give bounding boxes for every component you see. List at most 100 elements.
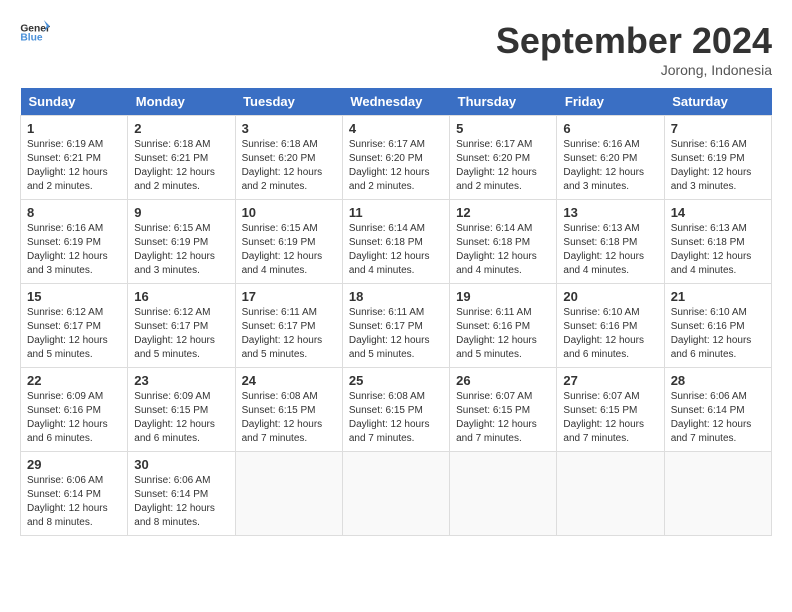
cell-text: Sunrise: 6:13 AMSunset: 6:18 PMDaylight:… <box>671 223 752 276</box>
table-row: 28 Sunrise: 6:06 AMSunset: 6:14 PMDaylig… <box>664 368 771 452</box>
day-number: 11 <box>349 205 443 220</box>
empty-cell <box>235 452 342 536</box>
table-row: 10 Sunrise: 6:15 AMSunset: 6:19 PMDaylig… <box>235 200 342 284</box>
calendar-week-row: 1 Sunrise: 6:19 AMSunset: 6:21 PMDayligh… <box>21 116 772 200</box>
table-row: 7 Sunrise: 6:16 AMSunset: 6:19 PMDayligh… <box>664 116 771 200</box>
cell-text: Sunrise: 6:16 AMSunset: 6:20 PMDaylight:… <box>563 139 644 192</box>
cell-text: Sunrise: 6:07 AMSunset: 6:15 PMDaylight:… <box>456 391 537 444</box>
cell-text: Sunrise: 6:12 AMSunset: 6:17 PMDaylight:… <box>134 307 215 360</box>
table-row: 19 Sunrise: 6:11 AMSunset: 6:16 PMDaylig… <box>450 284 557 368</box>
month-title: September 2024 <box>496 20 772 62</box>
day-number: 24 <box>242 373 336 388</box>
cell-text: Sunrise: 6:11 AMSunset: 6:17 PMDaylight:… <box>242 307 323 360</box>
cell-text: Sunrise: 6:11 AMSunset: 6:17 PMDaylight:… <box>349 307 430 360</box>
table-row: 16 Sunrise: 6:12 AMSunset: 6:17 PMDaylig… <box>128 284 235 368</box>
empty-cell <box>557 452 664 536</box>
cell-text: Sunrise: 6:18 AMSunset: 6:21 PMDaylight:… <box>134 139 215 192</box>
table-row: 27 Sunrise: 6:07 AMSunset: 6:15 PMDaylig… <box>557 368 664 452</box>
col-thursday: Thursday <box>450 88 557 116</box>
day-number: 3 <box>242 121 336 136</box>
location-subtitle: Jorong, Indonesia <box>496 62 772 78</box>
calendar-week-row: 8 Sunrise: 6:16 AMSunset: 6:19 PMDayligh… <box>21 200 772 284</box>
col-monday: Monday <box>128 88 235 116</box>
logo: General Blue <box>20 20 50 42</box>
table-row: 22 Sunrise: 6:09 AMSunset: 6:16 PMDaylig… <box>21 368 128 452</box>
day-number: 10 <box>242 205 336 220</box>
table-row: 2 Sunrise: 6:18 AMSunset: 6:21 PMDayligh… <box>128 116 235 200</box>
day-number: 12 <box>456 205 550 220</box>
empty-cell <box>664 452 771 536</box>
table-row: 21 Sunrise: 6:10 AMSunset: 6:16 PMDaylig… <box>664 284 771 368</box>
day-number: 21 <box>671 289 765 304</box>
cell-text: Sunrise: 6:17 AMSunset: 6:20 PMDaylight:… <box>349 139 430 192</box>
cell-text: Sunrise: 6:19 AMSunset: 6:21 PMDaylight:… <box>27 139 108 192</box>
cell-text: Sunrise: 6:06 AMSunset: 6:14 PMDaylight:… <box>134 475 215 528</box>
cell-text: Sunrise: 6:13 AMSunset: 6:18 PMDaylight:… <box>563 223 644 276</box>
table-row: 8 Sunrise: 6:16 AMSunset: 6:19 PMDayligh… <box>21 200 128 284</box>
day-number: 9 <box>134 205 228 220</box>
cell-text: Sunrise: 6:16 AMSunset: 6:19 PMDaylight:… <box>671 139 752 192</box>
day-number: 28 <box>671 373 765 388</box>
day-number: 7 <box>671 121 765 136</box>
calendar-header-row: Sunday Monday Tuesday Wednesday Thursday… <box>21 88 772 116</box>
page-header: General Blue September 2024 Jorong, Indo… <box>20 20 772 78</box>
table-row: 12 Sunrise: 6:14 AMSunset: 6:18 PMDaylig… <box>450 200 557 284</box>
cell-text: Sunrise: 6:12 AMSunset: 6:17 PMDaylight:… <box>27 307 108 360</box>
cell-text: Sunrise: 6:15 AMSunset: 6:19 PMDaylight:… <box>134 223 215 276</box>
col-sunday: Sunday <box>21 88 128 116</box>
day-number: 18 <box>349 289 443 304</box>
calendar-table: Sunday Monday Tuesday Wednesday Thursday… <box>20 88 772 536</box>
day-number: 19 <box>456 289 550 304</box>
empty-cell <box>342 452 449 536</box>
day-number: 23 <box>134 373 228 388</box>
cell-text: Sunrise: 6:14 AMSunset: 6:18 PMDaylight:… <box>349 223 430 276</box>
table-row: 11 Sunrise: 6:14 AMSunset: 6:18 PMDaylig… <box>342 200 449 284</box>
cell-text: Sunrise: 6:06 AMSunset: 6:14 PMDaylight:… <box>27 475 108 528</box>
cell-text: Sunrise: 6:11 AMSunset: 6:16 PMDaylight:… <box>456 307 537 360</box>
table-row: 1 Sunrise: 6:19 AMSunset: 6:21 PMDayligh… <box>21 116 128 200</box>
day-number: 29 <box>27 457 121 472</box>
cell-text: Sunrise: 6:14 AMSunset: 6:18 PMDaylight:… <box>456 223 537 276</box>
table-row: 24 Sunrise: 6:08 AMSunset: 6:15 PMDaylig… <box>235 368 342 452</box>
table-row: 6 Sunrise: 6:16 AMSunset: 6:20 PMDayligh… <box>557 116 664 200</box>
table-row: 18 Sunrise: 6:11 AMSunset: 6:17 PMDaylig… <box>342 284 449 368</box>
col-friday: Friday <box>557 88 664 116</box>
day-number: 20 <box>563 289 657 304</box>
day-number: 17 <box>242 289 336 304</box>
day-number: 16 <box>134 289 228 304</box>
table-row: 23 Sunrise: 6:09 AMSunset: 6:15 PMDaylig… <box>128 368 235 452</box>
day-number: 5 <box>456 121 550 136</box>
table-row: 17 Sunrise: 6:11 AMSunset: 6:17 PMDaylig… <box>235 284 342 368</box>
cell-text: Sunrise: 6:07 AMSunset: 6:15 PMDaylight:… <box>563 391 644 444</box>
table-row: 25 Sunrise: 6:08 AMSunset: 6:15 PMDaylig… <box>342 368 449 452</box>
day-number: 25 <box>349 373 443 388</box>
day-number: 27 <box>563 373 657 388</box>
cell-text: Sunrise: 6:09 AMSunset: 6:15 PMDaylight:… <box>134 391 215 444</box>
table-row: 9 Sunrise: 6:15 AMSunset: 6:19 PMDayligh… <box>128 200 235 284</box>
cell-text: Sunrise: 6:06 AMSunset: 6:14 PMDaylight:… <box>671 391 752 444</box>
day-number: 8 <box>27 205 121 220</box>
cell-text: Sunrise: 6:08 AMSunset: 6:15 PMDaylight:… <box>349 391 430 444</box>
day-number: 22 <box>27 373 121 388</box>
cell-text: Sunrise: 6:18 AMSunset: 6:20 PMDaylight:… <box>242 139 323 192</box>
cell-text: Sunrise: 6:10 AMSunset: 6:16 PMDaylight:… <box>563 307 644 360</box>
day-number: 13 <box>563 205 657 220</box>
cell-text: Sunrise: 6:16 AMSunset: 6:19 PMDaylight:… <box>27 223 108 276</box>
table-row: 20 Sunrise: 6:10 AMSunset: 6:16 PMDaylig… <box>557 284 664 368</box>
day-number: 14 <box>671 205 765 220</box>
col-wednesday: Wednesday <box>342 88 449 116</box>
table-row: 4 Sunrise: 6:17 AMSunset: 6:20 PMDayligh… <box>342 116 449 200</box>
cell-text: Sunrise: 6:10 AMSunset: 6:16 PMDaylight:… <box>671 307 752 360</box>
table-row: 30 Sunrise: 6:06 AMSunset: 6:14 PMDaylig… <box>128 452 235 536</box>
day-number: 1 <box>27 121 121 136</box>
day-number: 30 <box>134 457 228 472</box>
table-row: 14 Sunrise: 6:13 AMSunset: 6:18 PMDaylig… <box>664 200 771 284</box>
table-row: 15 Sunrise: 6:12 AMSunset: 6:17 PMDaylig… <box>21 284 128 368</box>
empty-cell <box>450 452 557 536</box>
table-row: 26 Sunrise: 6:07 AMSunset: 6:15 PMDaylig… <box>450 368 557 452</box>
table-row: 13 Sunrise: 6:13 AMSunset: 6:18 PMDaylig… <box>557 200 664 284</box>
calendar-week-row: 15 Sunrise: 6:12 AMSunset: 6:17 PMDaylig… <box>21 284 772 368</box>
svg-text:Blue: Blue <box>20 33 43 42</box>
day-number: 2 <box>134 121 228 136</box>
cell-text: Sunrise: 6:09 AMSunset: 6:16 PMDaylight:… <box>27 391 108 444</box>
